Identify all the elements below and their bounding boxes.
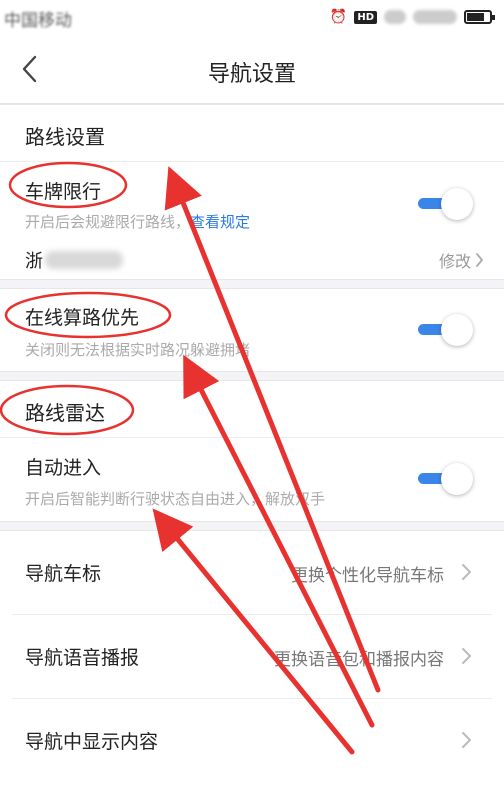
divider (0, 161, 504, 162)
plate-limit-desc: 开启后会规避限行路线，查看规定 (25, 213, 251, 231)
nav-row-value: 更换语音包和播报内容 (274, 650, 444, 670)
view-rules-link[interactable]: 查看规定 (190, 213, 250, 231)
section-title-route: 路线设置 (25, 125, 105, 149)
auto-enter-desc: 开启后智能判断行驶状态自由进入，解放双手 (25, 490, 326, 508)
auto-enter-label: 自动进入 (25, 457, 102, 479)
nav-row-label: 导航车标 (25, 563, 102, 585)
route-radar-card: 路线雷达 自动进入 开启后智能判断行驶状态自由进入，解放双手 (0, 380, 504, 522)
online-routing-label: 在线算路优先 (25, 307, 140, 329)
chevron-right-icon (476, 253, 483, 267)
section-title-radar: 路线雷达 (25, 401, 105, 425)
nav-row-display-content[interactable]: 导航中显示内容 (0, 699, 504, 783)
hd-badge: HD (354, 10, 377, 24)
online-routing-desc: 关闭则无法根据实时路况躲避拥堵 (25, 341, 251, 359)
chevron-right-icon (462, 648, 471, 664)
online-routing-toggle[interactable] (416, 313, 474, 347)
plate-limit-toggle[interactable] (416, 187, 474, 221)
nav-row-label: 导航中显示内容 (25, 731, 159, 753)
license-plate: 浙 (25, 247, 123, 273)
toggle-knob (441, 188, 473, 220)
modify-plate-button[interactable]: 修改 (439, 248, 484, 272)
divider (0, 437, 504, 438)
online-routing-card: 在线算路优先 关闭则无法根据实时路况躲避拥堵 (0, 288, 504, 372)
status-bar: 中国移动 ⏰ HD (0, 0, 504, 36)
nav-row-value: 更换个性化导航车标 (291, 566, 444, 586)
plate-number-redacted (45, 251, 123, 269)
nav-row-vehicle-icon[interactable]: 导航车标 更换个性化导航车标 (0, 531, 504, 615)
nav-row-label: 导航语音播报 (25, 647, 140, 669)
toggle-knob (441, 463, 473, 495)
chevron-right-icon (462, 564, 471, 580)
status-icons: ⏰ HD (329, 6, 495, 28)
plate-limit-label: 车牌限行 (25, 181, 102, 203)
page-title: 导航设置 (207, 62, 296, 87)
wifi-icon (413, 10, 457, 24)
header-bar: 导航设置 (0, 36, 504, 104)
chevron-right-icon (462, 732, 471, 748)
alarm-icon: ⏰ (329, 9, 348, 25)
toggle-knob (441, 314, 473, 346)
signal-icon (384, 10, 406, 24)
navigation-options-card: 导航车标 更换个性化导航车标 导航语音播报 更换语音包和播报内容 导航中显示内容 (0, 530, 504, 789)
nav-row-voice-broadcast[interactable]: 导航语音播报 更换语音包和播报内容 (0, 615, 504, 699)
auto-enter-toggle[interactable] (416, 462, 474, 496)
route-settings-card: 路线设置 车牌限行 开启后会规避限行路线，查看规定 浙 修改 (0, 104, 504, 280)
carrier-label: 中国移动 (4, 11, 72, 31)
battery-icon (464, 10, 495, 24)
